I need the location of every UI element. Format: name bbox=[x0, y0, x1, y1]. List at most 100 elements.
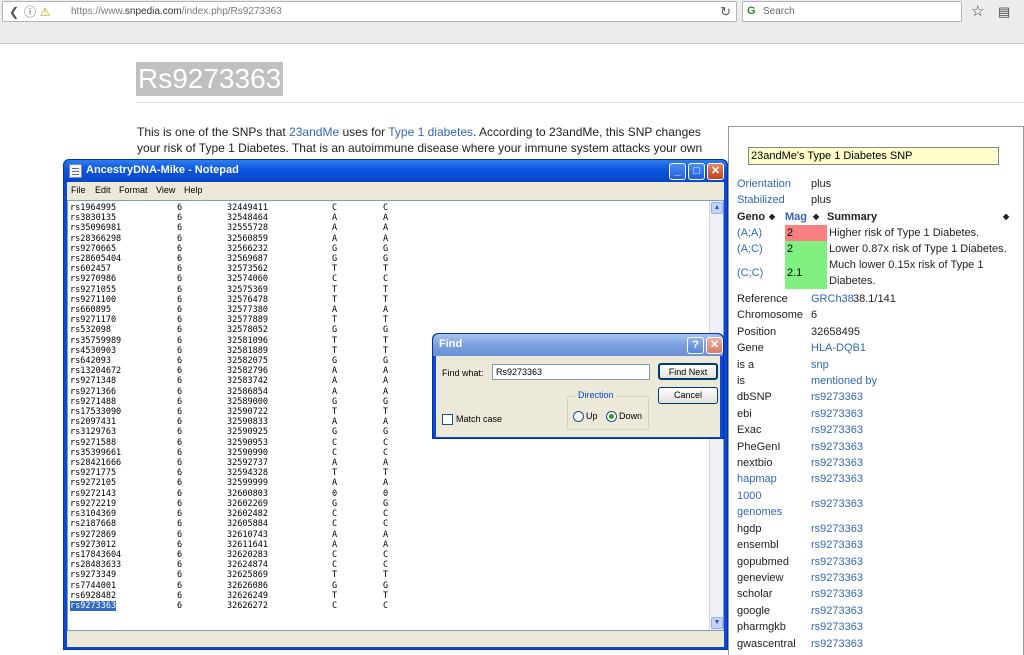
genotype-link[interactable]: (A;C) bbox=[737, 241, 763, 257]
position-cell: 32582075 bbox=[227, 356, 332, 366]
cell-text: 32576478 bbox=[227, 294, 268, 305]
col-summary[interactable]: Summary bbox=[827, 209, 877, 225]
text-line: rs532098 6 32578052 G G bbox=[70, 325, 423, 335]
info-value[interactable]: GRCh38 bbox=[811, 291, 854, 307]
info-value[interactable]: rs9273363 bbox=[811, 636, 863, 652]
text-line: rs9271488 6 32589000 G G bbox=[70, 397, 423, 407]
info-value[interactable]: rs9273363 bbox=[811, 554, 863, 570]
info-value[interactable]: mentioned by bbox=[811, 373, 877, 389]
info-value[interactable]: snp bbox=[811, 357, 829, 373]
notepad-bottom-frame bbox=[67, 631, 724, 647]
cancel-button[interactable]: Cancel bbox=[658, 387, 718, 404]
cell-text: rs28605404 bbox=[70, 254, 122, 265]
cell-text: C bbox=[383, 600, 389, 611]
help-button[interactable]: ? bbox=[687, 337, 704, 354]
position-cell: 32590925 bbox=[227, 427, 332, 437]
sort-icon[interactable]: ◆ bbox=[1003, 209, 1009, 225]
direction-up-radio[interactable] bbox=[573, 411, 584, 422]
info-value[interactable]: rs9273363 bbox=[811, 586, 863, 602]
menu-file[interactable]: File bbox=[71, 185, 86, 195]
cell-text: A bbox=[383, 223, 389, 234]
info-value[interactable]: rs9273363 bbox=[811, 603, 863, 619]
cell-text: rs9271775 bbox=[70, 468, 117, 479]
allele1-cell: A bbox=[332, 305, 383, 315]
cell-text: 6 bbox=[177, 560, 183, 571]
genotype-link[interactable]: (C;C) bbox=[737, 257, 763, 289]
position-cell: 32626249 bbox=[227, 591, 332, 601]
col-mag[interactable]: Mag bbox=[785, 209, 807, 225]
info-value[interactable]: HLA-DQB1 bbox=[811, 340, 866, 356]
menu-format[interactable]: Format bbox=[119, 185, 148, 195]
url-text[interactable]: https://www.snpedia.com/index.php/Rs9273… bbox=[71, 6, 282, 17]
search-engine-icon[interactable]: G bbox=[747, 5, 756, 17]
lock-warning-icon[interactable]: ⚠ bbox=[38, 5, 52, 19]
allele1-cell: T bbox=[332, 591, 383, 601]
match-case-checkbox[interactable] bbox=[442, 414, 453, 425]
info-value[interactable]: rs9273363 bbox=[811, 406, 863, 422]
info-label[interactable]: 1000 genomes bbox=[737, 488, 809, 520]
info-icon[interactable]: ⓘ bbox=[23, 5, 37, 19]
col-geno[interactable]: Geno bbox=[737, 209, 765, 225]
cell-text: C bbox=[332, 519, 338, 530]
allele1-cell: C bbox=[332, 274, 383, 284]
allele1-cell: A bbox=[332, 387, 383, 397]
sort-icon[interactable]: ◆ bbox=[813, 209, 819, 225]
search-input[interactable]: G Search bbox=[742, 1, 962, 22]
info-value[interactable]: rs9273363 bbox=[811, 619, 863, 635]
info-value[interactable]: rs9273363 bbox=[811, 471, 863, 487]
info-label: Gene bbox=[737, 342, 764, 355]
info-value[interactable]: rs9273363 bbox=[811, 422, 863, 438]
cell-text: 32569687 bbox=[227, 254, 268, 265]
menu-help[interactable]: Help bbox=[184, 185, 203, 195]
text-line: rs1964995 6 32449411 C C bbox=[70, 203, 423, 213]
allele1-cell: T bbox=[332, 407, 383, 417]
position-cell: 32576478 bbox=[227, 295, 332, 305]
menu-view[interactable]: View bbox=[156, 185, 175, 195]
info-value[interactable]: rs9273363 bbox=[811, 496, 863, 512]
notepad-titlebar[interactable]: AncestryDNA-Mike - Notepad _ □ ✕ bbox=[64, 160, 727, 182]
cell-text: rs602457 bbox=[70, 264, 111, 275]
find-close-button[interactable]: ✕ bbox=[706, 337, 723, 354]
menu-edit[interactable]: Edit bbox=[95, 185, 111, 195]
find-what-input[interactable]: Rs9273363 bbox=[492, 364, 650, 380]
cell-text: T bbox=[383, 294, 389, 305]
info-value[interactable]: rs9273363 bbox=[811, 389, 863, 405]
bookmark-star-icon[interactable]: ☆ bbox=[971, 2, 984, 20]
orientation-label[interactable]: Orientation bbox=[737, 176, 791, 192]
scroll-down-icon[interactable]: ▼ bbox=[711, 617, 723, 629]
link-23andme[interactable]: 23andMe bbox=[289, 125, 339, 139]
sort-icon[interactable]: ◆ bbox=[769, 209, 775, 225]
chromosome-cell: 6 bbox=[177, 407, 227, 417]
back-icon[interactable]: ❮ bbox=[7, 5, 21, 19]
notepad-app-icon[interactable] bbox=[69, 164, 82, 178]
maximize-button[interactable]: □ bbox=[688, 163, 705, 180]
chromosome-cell: 6 bbox=[177, 417, 227, 427]
reload-icon[interactable]: ↻ bbox=[720, 4, 731, 20]
info-value[interactable]: rs9273363 bbox=[811, 570, 863, 586]
stabilized-label[interactable]: Stabilized bbox=[737, 192, 785, 208]
cell-text: T bbox=[383, 335, 389, 346]
find-next-button[interactable]: Find Next bbox=[658, 363, 718, 380]
info-label: dbSNP bbox=[737, 391, 772, 404]
info-value[interactable]: rs9273363 bbox=[811, 439, 863, 455]
minimize-button[interactable]: _ bbox=[669, 163, 686, 180]
genotype-link[interactable]: (A;A) bbox=[737, 225, 762, 241]
cell-text: rs13204672 bbox=[70, 366, 122, 377]
cell-text: 32605884 bbox=[227, 519, 268, 530]
allele2-cell: A bbox=[383, 223, 423, 233]
cell-text: 6 bbox=[177, 356, 183, 367]
close-button[interactable]: ✕ bbox=[707, 163, 724, 180]
address-bar[interactable]: ❮ ⓘ ⚠ https://www.snpedia.com/index.php/… bbox=[2, 1, 737, 22]
info-value[interactable]: rs9273363 bbox=[811, 537, 863, 553]
direction-down-radio[interactable] bbox=[606, 411, 617, 422]
info-value[interactable]: rs9273363 bbox=[811, 455, 863, 471]
link-type-1-diabetes[interactable]: Type 1 diabetes bbox=[388, 125, 473, 139]
find-titlebar[interactable]: Find ? ✕ bbox=[433, 334, 723, 356]
scroll-up-icon[interactable]: ▲ bbox=[711, 202, 723, 214]
info-value[interactable]: rs9273363 bbox=[811, 521, 863, 537]
cell-text: 32574060 bbox=[227, 274, 268, 285]
info-label[interactable]: hapmap bbox=[737, 471, 809, 487]
position-cell: 32581889 bbox=[227, 346, 332, 356]
reading-list-icon[interactable]: ▤ bbox=[998, 4, 1010, 20]
text-line: rs9270665 6 32566232 G G bbox=[70, 244, 423, 254]
